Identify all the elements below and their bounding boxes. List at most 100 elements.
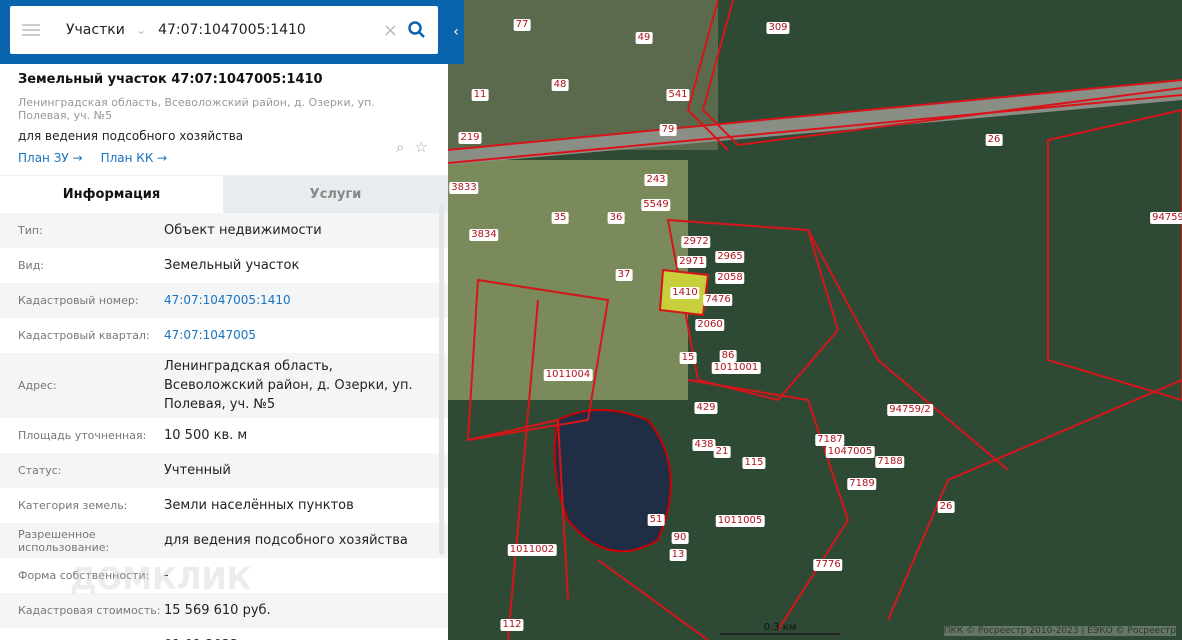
info-value: Объект недвижимости [164,223,322,238]
info-row: Кадастровая стоимость: 15 569 610 руб. [0,593,448,628]
parcel-label[interactable]: 7189 [847,478,877,490]
plan-zu-link[interactable]: План ЗУ → [18,151,83,165]
info-value: Ленинградская область, Всеволожский райо… [164,359,413,412]
info-row: дата определения:01.01.2022 [0,628,448,640]
parcel-label[interactable]: 429 [694,402,718,414]
parcel-label[interactable]: 438 [692,439,716,451]
info-row: Площадь уточненная: 10 500 кв. м [0,418,448,453]
info-value: 15 569 610 руб. [164,603,271,618]
parcel-label[interactable]: 94759/2 [887,404,933,416]
parcel-label[interactable]: 3834 [469,229,499,241]
parcel-label[interactable]: 90 [671,532,689,544]
parcel-label[interactable]: 1410 [670,287,700,299]
parcel-label[interactable]: 2972 [681,236,711,248]
info-row: Вид: Земельный участок [0,248,448,283]
parcel-label[interactable]: 1011004 [543,369,593,381]
tab-services[interactable]: Услуги [223,176,448,213]
map[interactable]: 77 49 309 48 11 541 79 219 26 3833 243 35 36 5549 3834… [448,0,1182,640]
collapse-panel-button[interactable]: ‹ [448,0,464,64]
map-imagery [448,0,1182,640]
map-attribution: ПКК © Росреестр 2010-2023 | ЕЭКО © Росре… [943,626,1176,636]
parcel-label[interactable]: 86 [719,350,737,362]
info-value: 10 500 кв. м [164,428,248,443]
parcel-label[interactable]: 2965 [715,251,745,263]
parcel-label[interactable]: 541 [666,89,690,101]
parcel-label[interactable]: 7776 [813,559,843,571]
clear-icon[interactable]: × [383,20,398,41]
info-row: Кадастровый квартал: 47:07:1047005 [0,318,448,353]
parcel-label[interactable]: 1047005 [825,446,875,458]
parcel-label[interactable]: 112 [500,619,524,631]
info-value: Земли населённых пунктов [164,498,354,513]
chevron-down-icon[interactable]: ⌄ [136,23,146,37]
tab-info[interactable]: Информация [0,176,223,213]
info-label: Тип: [18,224,43,237]
info-row: Адрес: Ленинградская область, Всеволожски… [0,353,448,418]
plan-kk-link[interactable]: План КК → [101,151,168,165]
info-value: Учтенный [164,463,231,478]
info-label: Разрешенное использование: [18,527,110,554]
scrollbar[interactable] [439,205,444,555]
category-select[interactable]: Участки [66,22,136,38]
object-address: Ленинградская область, Всеволожский райо… [18,96,375,122]
object-purpose: для ведения подсобного хозяйства [18,129,244,143]
parcel-label[interactable]: 15 [679,352,697,364]
info-label: Вид: [18,259,45,272]
menu-icon[interactable] [22,24,40,36]
parcel-label[interactable]: 2971 [677,256,707,268]
parcel-label[interactable]: 26 [985,134,1003,146]
parcel-label[interactable]: 77 [513,19,531,31]
parcel-label[interactable]: 36 [607,212,625,224]
info-panel: Участки ⌄ 47:07:1047005:1410 × Земельный… [0,0,448,640]
zoom-to-icon[interactable]: ⌕ [396,138,404,156]
parcel-label[interactable]: 3833 [449,182,479,194]
parcel-label[interactable]: 79 [659,124,677,136]
parcel-label[interactable]: 7187 [815,434,845,446]
info-row: Кадастровый номер: 47:07:1047005:1410 [0,283,448,318]
info-label: Статус: [18,464,62,477]
parcel-label[interactable]: 11 [471,89,489,101]
parcel-label[interactable]: 48 [551,79,569,91]
parcel-label[interactable]: 115 [742,457,766,469]
info-label: Площадь уточненная: [18,429,147,442]
parcel-label[interactable]: 1011005 [715,515,765,527]
parcel-label[interactable]: 26 [937,501,955,513]
search-icon[interactable] [408,21,426,39]
search-bar: Участки ⌄ 47:07:1047005:1410 × [0,0,448,64]
parcel-label[interactable]: 13 [669,549,687,561]
parcel-label[interactable]: 35 [551,212,569,224]
parcel-label[interactable]: 309 [766,22,790,34]
scale-bar: 0.3 км [720,622,840,635]
parcel-label[interactable]: 21 [713,446,731,458]
parcel-label[interactable]: 7476 [703,294,733,306]
info-value: 01.01.2022 [164,632,430,640]
parcel-label[interactable]: 219 [458,132,482,144]
info-value: для ведения подсобного хозяйства [164,533,408,548]
parcel-label[interactable]: 94759 [1150,212,1182,224]
info-row: Категория земель: Земли населённых пункто… [0,488,448,523]
parcel-label[interactable]: 2060 [695,319,725,331]
info-label: Кадастровый квартал: [18,329,150,342]
search-input[interactable]: 47:07:1047005:1410 [158,22,383,38]
info-label: Категория земель: [18,499,128,512]
parcel-label[interactable]: 5549 [641,199,671,211]
parcel-label[interactable]: 7188 [875,456,905,468]
watermark: ДОМКЛИК [70,562,252,597]
parcel-label[interactable]: 49 [635,32,653,44]
info-label: Кадастровый номер: [18,294,139,307]
parcel-label[interactable]: 37 [615,269,633,281]
info-row: Статус: Учтенный [0,453,448,488]
info-row: Тип: Объект недвижимости [0,213,448,248]
star-icon[interactable]: ☆ [415,138,428,156]
info-value: Земельный участок [164,258,300,273]
parcel-label[interactable]: 1011002 [507,544,557,556]
parcel-label[interactable]: 1011001 [711,362,761,374]
object-title: Земельный участок 47:07:1047005:1410 [18,72,323,87]
info-row: Разрешенное использование: для ведения по… [0,523,448,558]
info-label: Кадастровая стоимость: [18,604,161,617]
parcel-label[interactable]: 2058 [715,272,745,284]
info-value[interactable]: 47:07:1047005:1410 [164,287,430,314]
parcel-label[interactable]: 243 [644,174,668,186]
parcel-label[interactable]: 51 [647,514,665,526]
info-value[interactable]: 47:07:1047005 [164,322,430,349]
